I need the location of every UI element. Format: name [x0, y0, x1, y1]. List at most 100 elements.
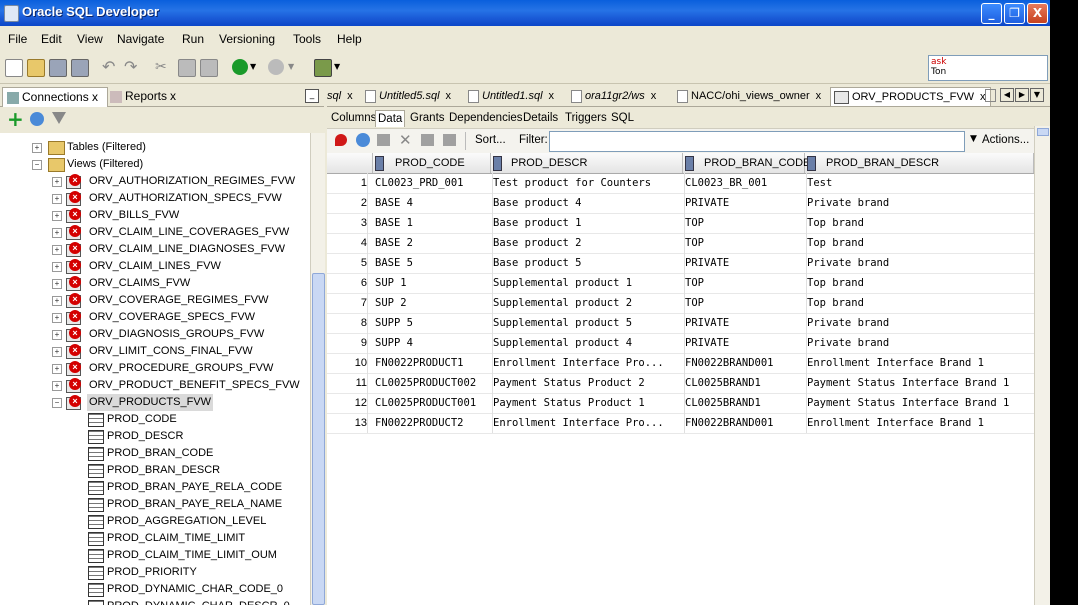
cell-prod-bran-descr[interactable]: Private brand: [805, 253, 1034, 273]
paste-icon[interactable]: [200, 59, 218, 77]
commit-icon[interactable]: [421, 134, 434, 146]
cell-prod-code[interactable]: SUPP 4: [373, 333, 493, 353]
cell-prod-bran-descr[interactable]: Payment Status Interface Brand 1: [805, 393, 1034, 413]
filter-input[interactable]: [549, 131, 965, 152]
cell-prod-descr[interactable]: Payment Status Product 2: [491, 373, 685, 393]
row-number-cell[interactable]: 2: [327, 193, 368, 213]
column-header-prod-code[interactable]: PROD_CODE: [373, 153, 491, 173]
collapse-icon[interactable]: −: [52, 398, 62, 408]
doc-tab-untitled5[interactable]: Untitled5.sql x: [365, 87, 451, 105]
cell-prod-bran-descr[interactable]: Test: [805, 173, 1034, 193]
menu-navigate[interactable]: Navigate: [117, 32, 164, 46]
row-number-cell[interactable]: 6: [327, 273, 368, 293]
cell-prod-bran-code[interactable]: FN0022BRAND001: [683, 353, 807, 373]
tree-scrollbar[interactable]: [310, 133, 325, 605]
row-number-cell[interactable]: 4: [327, 233, 368, 253]
menu-tools[interactable]: Tools: [293, 32, 321, 46]
tab-sql[interactable]: SQL: [611, 110, 634, 126]
cell-prod-code[interactable]: BASE 1: [373, 213, 493, 233]
add-connection-icon[interactable]: +: [7, 109, 24, 129]
refresh-data-icon[interactable]: [356, 133, 370, 147]
expand-icon[interactable]: +: [52, 177, 62, 187]
tree-scrollbar-thumb[interactable]: [312, 273, 325, 605]
cell-prod-code[interactable]: BASE 4: [373, 193, 493, 213]
rollback-icon[interactable]: [443, 134, 456, 146]
menu-help[interactable]: Help: [337, 32, 362, 46]
row-number-cell[interactable]: 5: [327, 253, 368, 273]
insert-row-icon[interactable]: [377, 134, 390, 146]
tab-list-icon[interactable]: [985, 89, 996, 102]
tab-reports-close[interactable]: x: [170, 87, 176, 106]
new-icon[interactable]: [5, 59, 23, 77]
cell-prod-descr[interactable]: Supplemental product 5: [491, 313, 685, 333]
cell-prod-code[interactable]: BASE 5: [373, 253, 493, 273]
cell-prod-bran-descr[interactable]: Top brand: [805, 213, 1034, 233]
cell-prod-descr[interactable]: Base product 1: [491, 213, 685, 233]
expand-icon[interactable]: +: [52, 279, 62, 289]
table-row[interactable]: 9 SUPP 4 Supplemental product 4 PRIVATE Priv…: [327, 333, 1034, 354]
actions-dropdown-icon[interactable]: ▼: [970, 134, 977, 144]
sql-dropdown-icon[interactable]: ▼: [334, 59, 342, 75]
expand-icon[interactable]: +: [52, 330, 62, 340]
doc-tab-orv-products[interactable]: ORV_PRODUCTS_FVW x: [830, 87, 991, 106]
cell-prod-descr[interactable]: Base product 4: [491, 193, 685, 213]
cell-prod-descr[interactable]: Base product 2: [491, 233, 685, 253]
cell-prod-bran-code[interactable]: TOP: [683, 273, 807, 293]
cell-prod-bran-descr[interactable]: Top brand: [805, 233, 1034, 253]
cell-prod-bran-descr[interactable]: Private brand: [805, 333, 1034, 353]
minimize-panel-icon[interactable]: _: [305, 89, 319, 103]
tab-connections[interactable]: Connections x: [2, 87, 108, 107]
redo-icon[interactable]: ↷: [124, 59, 140, 75]
menu-view[interactable]: View: [77, 32, 103, 46]
close-icon[interactable]: x: [549, 90, 555, 102]
column-header-prod-bran-descr[interactable]: PROD_BRAN_DESCR: [805, 153, 1034, 173]
cell-prod-code[interactable]: SUPP 5: [373, 313, 493, 333]
cell-prod-code[interactable]: CL0023_PRD_001: [373, 173, 493, 193]
table-row[interactable]: 3 BASE 1 Base product 1 TOP Top brand: [327, 213, 1034, 234]
table-row[interactable]: 12 CL0025PRODUCT001 Payment Status Product…: [327, 393, 1034, 414]
column-header-prod-bran-code[interactable]: PROD_BRAN_CODE: [683, 153, 810, 173]
table-row[interactable]: 7 SUP 2 Supplemental product 2 TOP Top brand: [327, 293, 1034, 314]
tab-grants[interactable]: Grants: [410, 110, 445, 126]
cell-prod-bran-code[interactable]: PRIVATE: [683, 253, 807, 273]
cell-prod-descr[interactable]: Enrollment Interface Pro...: [491, 413, 685, 433]
sort-button[interactable]: Sort...: [475, 134, 506, 146]
cell-prod-bran-descr[interactable]: Top brand: [805, 293, 1034, 313]
open-icon[interactable]: [27, 59, 45, 77]
table-row[interactable]: 13 FN0022PRODUCT2 Enrollment Interface Pro…: [327, 413, 1034, 434]
table-row[interactable]: 11 CL0025PRODUCT002 Payment Status Product…: [327, 373, 1034, 394]
back-icon[interactable]: [232, 59, 248, 75]
row-number-cell[interactable]: 12: [327, 393, 368, 413]
doc-tab-sql[interactable]: sql x: [327, 87, 353, 105]
table-row[interactable]: 8 SUPP 5 Supplemental product 5 PRIVATE Priv…: [327, 313, 1034, 334]
tab-menu-icon[interactable]: ▼: [1030, 88, 1044, 102]
expand-icon[interactable]: +: [52, 211, 62, 221]
back-dropdown-icon[interactable]: ▼: [250, 59, 258, 75]
save-icon[interactable]: [49, 59, 67, 77]
cell-prod-bran-code[interactable]: PRIVATE: [683, 333, 807, 353]
table-row[interactable]: 5 BASE 5 Base product 5 PRIVATE Private bran…: [327, 253, 1034, 274]
close-icon[interactable]: x: [816, 90, 822, 102]
table-row[interactable]: 4 BASE 2 Base product 2 TOP Top brand: [327, 233, 1034, 254]
scroll-tabs-right-icon[interactable]: ▶: [1015, 88, 1029, 102]
cell-prod-bran-code[interactable]: CL0023_BR_001: [683, 173, 807, 193]
tab-data[interactable]: Data: [375, 110, 406, 127]
cell-prod-code[interactable]: CL0025PRODUCT002: [373, 373, 493, 393]
cell-prod-code[interactable]: FN0022PRODUCT2: [373, 413, 493, 433]
row-number-cell[interactable]: 13: [327, 413, 368, 433]
cell-prod-bran-code[interactable]: TOP: [683, 233, 807, 253]
ask-box[interactable]: ask Ton: [928, 55, 1048, 81]
cell-prod-descr[interactable]: Supplemental product 2: [491, 293, 685, 313]
filter-icon[interactable]: [52, 112, 66, 124]
forward-dropdown-icon[interactable]: ▼: [288, 59, 296, 75]
tab-details[interactable]: Details: [523, 110, 558, 126]
menu-edit[interactable]: Edit: [41, 32, 62, 46]
cell-prod-descr[interactable]: Payment Status Product 1: [491, 393, 685, 413]
expand-icon[interactable]: +: [52, 296, 62, 306]
cell-prod-bran-descr[interactable]: Payment Status Interface Brand 1: [805, 373, 1034, 393]
grid-scrollbar[interactable]: [1034, 126, 1050, 605]
menu-run[interactable]: Run: [182, 32, 204, 46]
cell-prod-bran-code[interactable]: CL0025BRAND1: [683, 393, 807, 413]
expand-icon[interactable]: +: [52, 381, 62, 391]
cell-prod-code[interactable]: SUP 1: [373, 273, 493, 293]
